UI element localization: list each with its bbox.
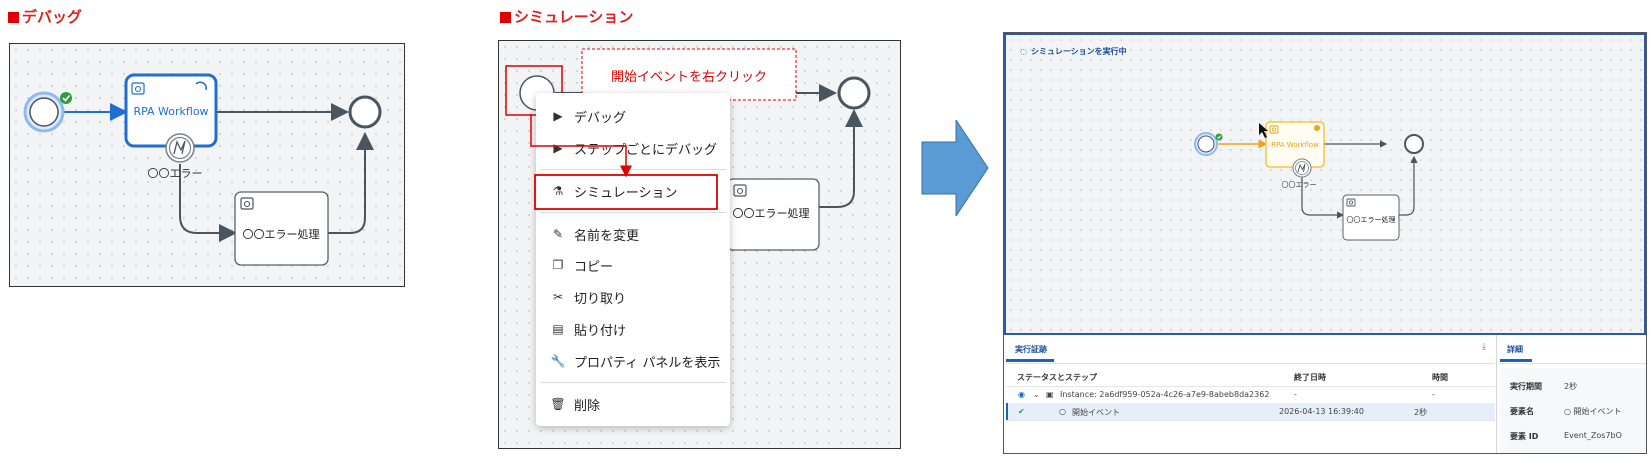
error-boundary-event[interactable] — [1292, 158, 1312, 178]
play-icon: ▶ — [553, 109, 563, 123]
detail-label: 要素 ID — [1510, 432, 1539, 441]
right-arrow-icon — [921, 120, 989, 216]
event-circle-icon: ○ — [1564, 407, 1574, 416]
instance-icon: ▣ — [1046, 390, 1054, 399]
table-row[interactable]: ◉ ⌄ ▣ Instance: 2a6df959-052a-4c26-a7e9-… — [1006, 387, 1495, 403]
debug-section-title: デバッグ — [8, 6, 82, 27]
success-check-icon — [1215, 133, 1223, 141]
column-header-end-time[interactable]: 終了日時 — [1294, 372, 1326, 383]
context-menu: ▶ デバッグ ▶ ステップごとにデバッグ ⚗ シミュレーション ✎ 名前を変更 ❐ コピー… — [536, 93, 730, 426]
end-event[interactable] — [1404, 134, 1424, 154]
wrench-icon: 🔧 — [550, 354, 566, 368]
detail-value: Event_Zos7bO — [1564, 431, 1622, 440]
detail-value: ○ 開始イベント — [1564, 407, 1622, 416]
error-event-label: 〇〇エラー — [1282, 181, 1317, 189]
error-task-label: 〇〇エラー処理 — [243, 228, 320, 241]
flask-icon: ⚗ — [552, 184, 564, 198]
chevron-down-icon[interactable]: ⌄ — [1033, 390, 1040, 399]
menu-item-paste[interactable]: ▤ 貼り付け — [536, 315, 730, 343]
menu-item-simulation[interactable]: ⚗ シミュレーション — [536, 177, 730, 205]
debug-diagram-canvas[interactable]: RPA Workflow 〇〇エラー 〇〇エラー処理 — [9, 43, 405, 287]
row-end-time: - — [1294, 390, 1297, 399]
tab-underline — [1006, 359, 1054, 362]
pencil-icon: ✎ — [552, 227, 564, 241]
end-event[interactable] — [348, 95, 382, 129]
rpa-task-label: RPA Workflow — [133, 105, 208, 118]
detail-label: 要素名 — [1510, 407, 1534, 416]
start-event[interactable] — [23, 91, 65, 133]
running-status-icon: ◉ — [1018, 390, 1025, 399]
row-name: 開始イベント — [1072, 408, 1120, 417]
row-duration: 2秒 — [1414, 408, 1428, 417]
start-event[interactable] — [1194, 132, 1218, 156]
menu-item-rename[interactable]: ✎ 名前を変更 — [536, 220, 730, 248]
detail-value: 2秒 — [1564, 382, 1578, 391]
menu-item-properties[interactable]: 🔧 プロパティ パネルを表示 — [536, 347, 730, 375]
error-task-label: 〇〇エラー処理 — [1347, 215, 1396, 224]
warning-dot-icon — [1314, 125, 1320, 131]
simulation-canvas[interactable]: ◌ シミュレーションを実行中 RPA Workflow 〇〇エラー 〇〇エラー処… — [1004, 33, 1646, 335]
callout-text: 開始イベントを右クリック — [611, 70, 767, 85]
simulation-run-window: ◌ シミュレーションを実行中 RPA Workflow 〇〇エラー 〇〇エラー処… — [1003, 32, 1647, 454]
clipboard-icon: ▤ — [552, 322, 564, 336]
success-check-icon — [60, 92, 72, 104]
error-task-label: 〇〇エラー処理 — [733, 207, 810, 220]
tab-details[interactable]: 詳細 — [1507, 344, 1523, 355]
download-icon[interactable]: ⤓ — [1482, 342, 1486, 352]
event-circle-icon: ○ — [1059, 407, 1066, 416]
detail-label: 実行期間 — [1510, 382, 1542, 391]
error-event-label: 〇〇エラー — [148, 167, 203, 180]
scissors-icon: ✂ — [552, 290, 564, 304]
menu-item-debug[interactable]: ▶ デバッグ — [536, 102, 730, 130]
row-name: Instance: 2a6df959-052a-4c26-a7e9-8abeb8… — [1060, 390, 1270, 399]
menu-item-cut[interactable]: ✂ 切り取り — [536, 283, 730, 311]
success-check-icon: ✔ — [1018, 407, 1025, 416]
error-boundary-event[interactable] — [165, 133, 195, 163]
rpa-task-label: RPA Workflow — [1271, 141, 1319, 149]
menu-item-step-debug[interactable]: ▶ ステップごとにデバッグ — [536, 134, 730, 162]
step-play-icon: ▶ — [553, 141, 563, 155]
column-header-time[interactable]: 時間 — [1432, 372, 1448, 383]
menu-item-delete[interactable]: 🗑 削除 — [536, 390, 730, 418]
column-header-status[interactable]: ステータスとステップ — [1017, 372, 1097, 383]
tab-execution-trace[interactable]: 実行証跡 — [1015, 344, 1047, 355]
simulation-section-title: シミュレーション — [500, 6, 633, 27]
row-duration: - — [1432, 390, 1435, 399]
tab-underline — [1500, 359, 1532, 362]
trash-icon: 🗑 — [550, 397, 566, 411]
end-event[interactable] — [837, 76, 871, 110]
copy-icon: ❐ — [552, 258, 564, 272]
table-row-selected[interactable]: ✔ ○ 開始イベント 2026-04-13 16:39:40 2秒 — [1006, 403, 1495, 420]
menu-item-copy[interactable]: ❐ コピー — [536, 251, 730, 279]
row-end-time: 2026-04-13 16:39:40 — [1279, 407, 1364, 416]
